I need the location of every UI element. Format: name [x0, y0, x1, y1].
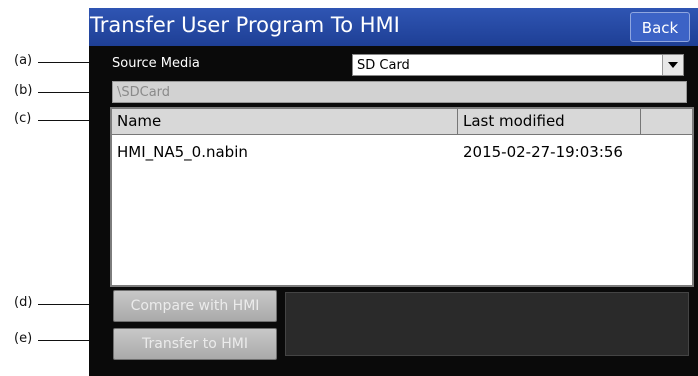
callout-c: (c): [14, 111, 32, 126]
transfer-to-hmi-button[interactable]: Transfer to HMI: [113, 328, 277, 360]
source-media-value: SD Card: [357, 58, 410, 73]
path-field: \SDCard: [112, 81, 687, 103]
callout-e: (e): [14, 331, 33, 346]
table-row[interactable]: HMI_NA5_0.nabin 2015-02-27-19:03:56: [112, 143, 692, 165]
file-modified: 2015-02-27-19:03:56: [463, 143, 623, 161]
compare-with-hmi-button[interactable]: Compare with HMI: [113, 290, 277, 322]
callout-d: (d): [14, 295, 33, 310]
column-header-last-modified[interactable]: Last modified: [458, 109, 641, 134]
back-button[interactable]: Back: [630, 12, 690, 42]
callout-b: (b): [14, 83, 33, 98]
column-header-extra: [641, 109, 692, 134]
file-name: HMI_NA5_0.nabin: [117, 143, 248, 161]
path-text: \SDCard: [117, 85, 171, 100]
source-media-select[interactable]: SD Card: [352, 54, 684, 76]
file-table[interactable]: Name Last modified HMI_NA5_0.nabin 2015-…: [110, 107, 694, 287]
table-header: Name Last modified: [112, 109, 692, 135]
title-bar: Transfer User Program To HMI Back: [89, 8, 698, 46]
column-header-name[interactable]: Name: [112, 109, 458, 134]
callout-a: (a): [14, 53, 33, 68]
hmi-screen: Transfer User Program To HMI Back Source…: [89, 8, 698, 376]
message-area: [285, 292, 689, 356]
source-media-label: Source Media: [112, 56, 200, 71]
chevron-down-icon[interactable]: [662, 55, 683, 75]
window-title: Transfer User Program To HMI: [90, 13, 400, 37]
